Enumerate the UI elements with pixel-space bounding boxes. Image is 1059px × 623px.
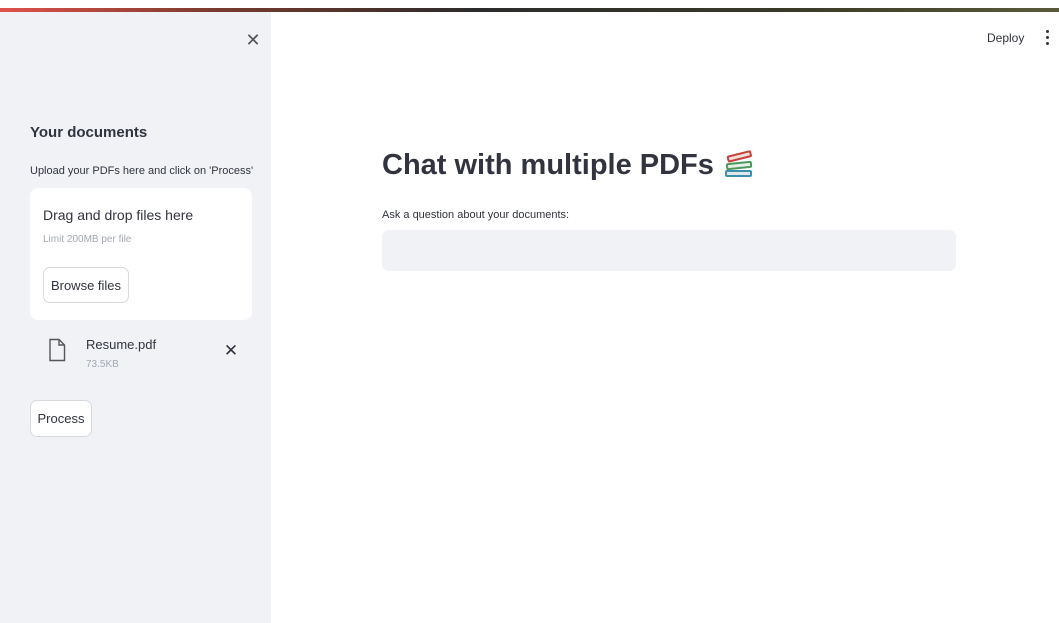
process-button[interactable]: Process (30, 400, 92, 437)
file-size: 73.5KB (86, 359, 119, 370)
file-name: Resume.pdf (86, 337, 157, 352)
books-icon (722, 148, 756, 182)
deploy-button[interactable]: Deploy (987, 31, 1024, 45)
file-icon (48, 338, 66, 362)
sidebar-subtitle: Upload your PDFs here and click on 'Proc… (30, 165, 254, 177)
close-icon[interactable]: ✕ (244, 30, 262, 50)
remove-file-icon[interactable]: ✕ (222, 341, 240, 360)
sidebar-title: Your documents (30, 124, 148, 141)
kebab-menu-icon[interactable] (1040, 26, 1054, 48)
dropzone-title: Drag and drop files here (43, 207, 194, 223)
dropzone-limit: Limit 200MB per file (43, 234, 132, 245)
sidebar: ✕ Your documents Upload your PDFs here a… (0, 12, 271, 623)
page-title-text: Chat with multiple PDFs (382, 148, 714, 181)
page-title: Chat with multiple PDFs (382, 148, 756, 182)
uploaded-file-item: Resume.pdf 73.5KB ✕ (30, 330, 252, 380)
question-input[interactable] (382, 230, 956, 271)
file-dropzone[interactable]: Drag and drop files here Limit 200MB per… (30, 188, 252, 320)
browse-files-button[interactable]: Browse files (43, 267, 129, 303)
question-label: Ask a question about your documents: (382, 209, 570, 221)
